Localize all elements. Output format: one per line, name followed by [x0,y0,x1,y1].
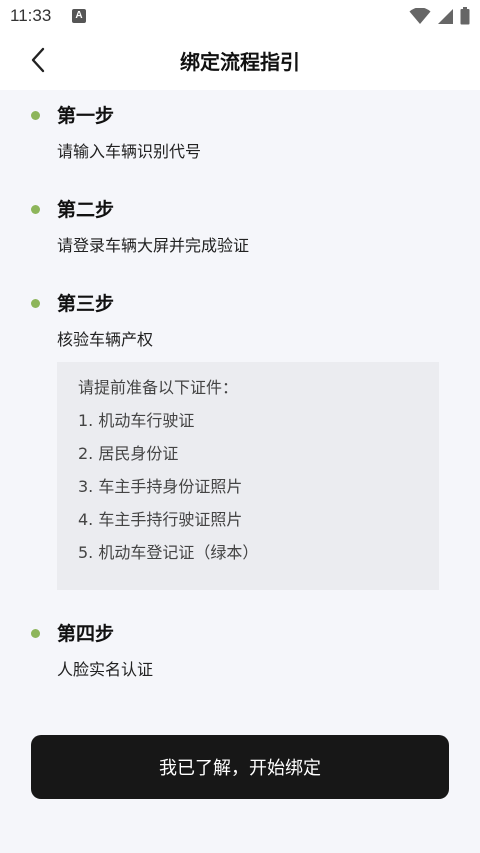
document-item: 3. 车主手持身份证照片 [78,477,243,496]
notification-app-icon: A [72,9,86,23]
documents-intro: 请提前准备以下证件： [78,378,239,397]
step-dot [31,111,40,120]
step-dot [31,299,40,308]
step-title: 第四步 [57,623,115,645]
steps-list: 第一步 请输入车辆识别代号 第二步 请登录车辆大屏并完成验证 第三步 核验车辆产… [0,90,480,702]
cell-signal-icon [437,8,454,29]
step-2: 第二步 请登录车辆大屏并完成验证 [0,184,480,278]
status-icons [409,6,470,29]
battery-icon [460,7,470,29]
step-dot [31,205,40,214]
step-3: 第三步 核验车辆产权 请提前准备以下证件： 1. 机动车行驶证 2. 居民身份证… [0,278,480,608]
document-item: 2. 居民身份证 [78,444,179,463]
step-description: 请输入车辆识别代号 [57,142,202,161]
required-documents-box: 请提前准备以下证件： 1. 机动车行驶证 2. 居民身份证 3. 车主手持身份证… [57,362,439,590]
step-description: 核验车辆产权 [57,330,154,349]
document-item: 4. 车主手持行驶证照片 [78,510,243,529]
step-description: 人脸实名认证 [57,660,154,679]
step-dot [31,629,40,638]
status-time: 11:33 [10,6,52,25]
step-title: 第三步 [57,293,115,315]
document-item: 1. 机动车行驶证 [78,411,195,430]
header: 绑定流程指引 [0,32,480,90]
wifi-icon [409,6,431,29]
step-title: 第一步 [57,105,115,127]
status-bar: 11:33 A [0,0,480,32]
page-title: 绑定流程指引 [180,50,300,74]
start-binding-button[interactable]: 我已了解，开始绑定 [31,735,449,799]
document-item: 5. 机动车登记证（绿本） [78,543,259,562]
step-title: 第二步 [57,199,115,221]
step-1: 第一步 请输入车辆识别代号 [0,90,480,184]
step-4: 第四步 人脸实名认证 [0,608,480,702]
step-description: 请登录车辆大屏并完成验证 [57,236,250,255]
